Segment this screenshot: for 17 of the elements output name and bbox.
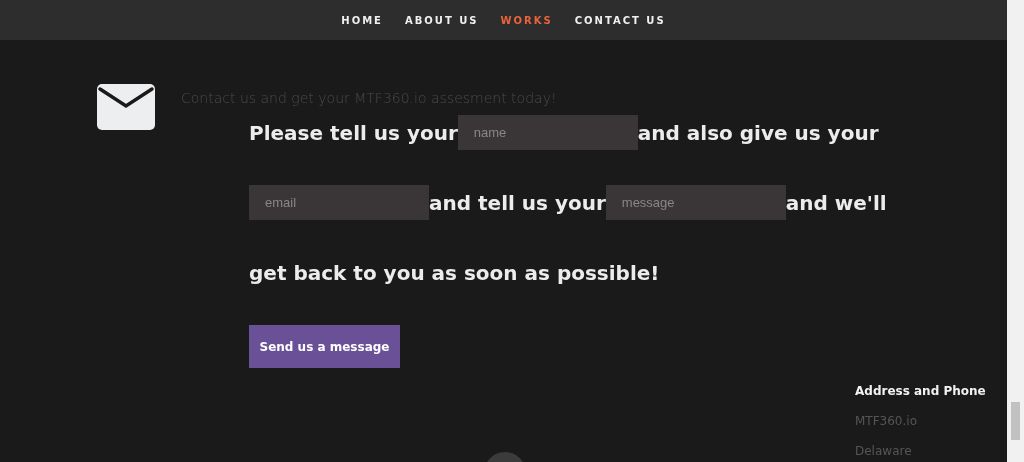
footer-text: Delaware [855,443,913,460]
text-field[interactable]: message [605,185,786,220]
form-text: and tell us your [429,189,606,217]
envelope-icon [97,84,155,130]
nav-link[interactable]: WORKS [500,12,553,28]
form-text: Please tell us your [249,119,458,147]
nav-link[interactable]: HOME [341,12,383,28]
nav-link[interactable]: CONTACT US [574,12,666,28]
footer-text: MTF360.io [855,413,918,430]
footer-heading: Address and Phone [855,383,987,400]
nav-link[interactable]: ABOUT US [404,12,479,28]
form-text: get back to you as soon as possible! [249,259,660,287]
form-text: and we'll [785,189,887,217]
form-text: and also give us your [637,119,879,147]
send-button[interactable]: Send us a message [249,325,400,368]
text-field[interactable]: email [249,185,429,220]
text-field[interactable]: name [457,115,638,150]
